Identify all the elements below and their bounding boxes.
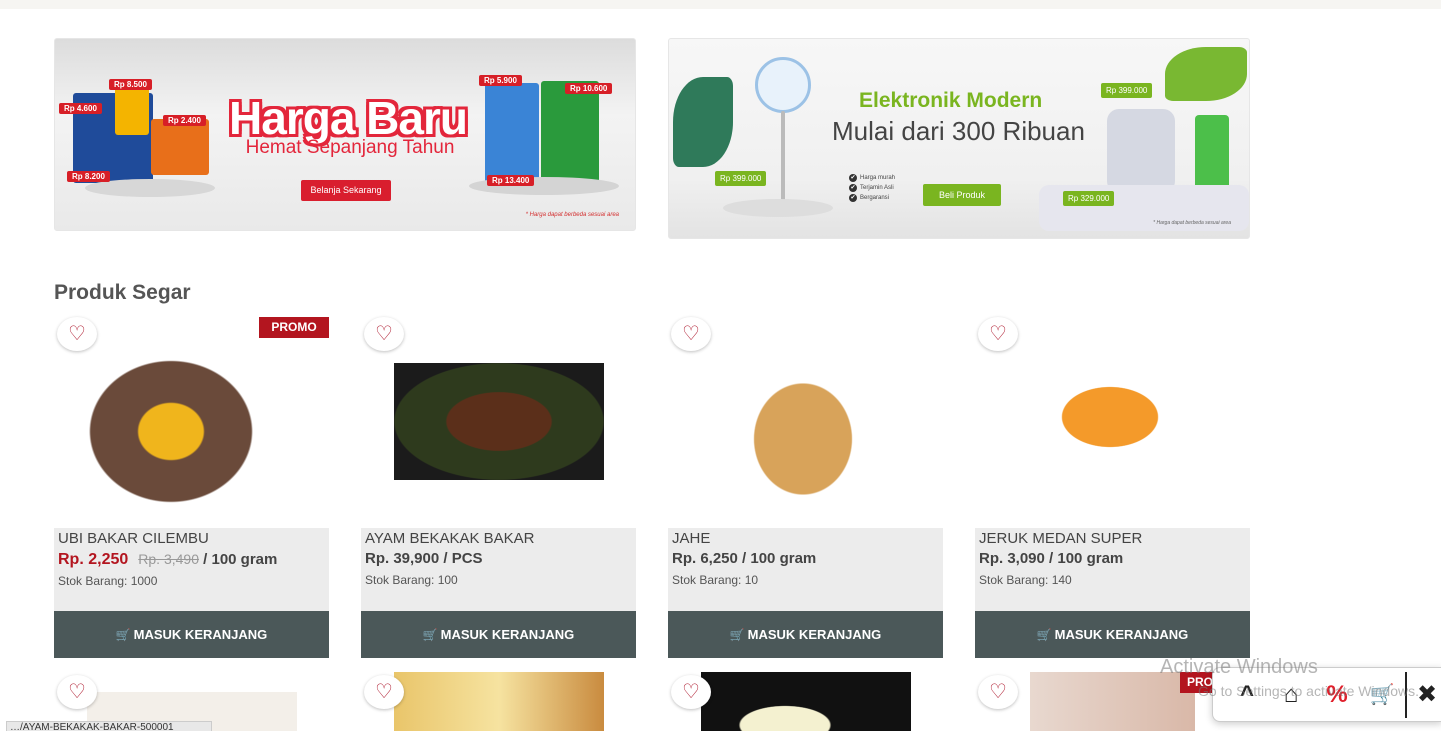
product-info: AYAM BEKAKAK BAKAR Rp. 39,900 / PCS Stok… (361, 528, 636, 611)
product-image[interactable] (668, 317, 943, 523)
banner-subtitle: Mulai dari 300 Ribuan (832, 116, 1085, 146)
product-photo-grilled-chicken (394, 363, 604, 480)
product-card: ♡ (361, 672, 636, 731)
toolbar-divider (1405, 672, 1407, 718)
shop-now-button[interactable]: Belanja Sekarang (301, 180, 391, 201)
product-price: Rp. 3,090 / 100 gram (979, 550, 1124, 567)
wishlist-heart-icon[interactable]: ♡ (364, 675, 404, 709)
product-image[interactable] (1030, 672, 1195, 731)
feature-list: Harga murah Terjamin Asli Bergaransi (849, 173, 895, 203)
add-to-cart-label: MASUK KERANJANG (440, 627, 575, 642)
add-to-cart-label: MASUK KERANJANG (133, 627, 268, 642)
banner-note: * Harga dapat berbeda sesuai area (525, 212, 619, 218)
product-name[interactable]: JAHE (672, 530, 939, 548)
price-tag: Rp 5.900 (479, 75, 522, 86)
banner-products-right (485, 83, 539, 183)
add-to-cart-label: MASUK KERANJANG (747, 627, 882, 642)
promo-banner-harga-baru[interactable]: Rp 8.500 Rp 4.600 Rp 2.400 Rp 8.200 Harg… (54, 38, 636, 231)
price-tag: Rp 8.500 (109, 79, 152, 90)
product-unit: / 100 gram (198, 551, 278, 568)
add-to-cart-button[interactable]: 🛒 MASUK KERANJANG (361, 611, 636, 658)
price-tag: Rp 13.400 (487, 175, 535, 186)
leaf-left (673, 77, 733, 167)
floating-toolbar: ^ ⌂ % 🛒 ✖ (1212, 667, 1441, 722)
shopping-cart-icon[interactable]: 🛒 (1366, 680, 1398, 710)
banner-products-left-2 (115, 85, 149, 135)
price-tag: Rp 4.600 (59, 103, 102, 114)
product-price: Rp. 39,900 / PCS (365, 550, 483, 567)
wishlist-heart-icon[interactable]: ♡ (671, 675, 711, 709)
wishlist-heart-icon[interactable]: ♡ (978, 317, 1018, 351)
product-image[interactable] (54, 317, 329, 523)
leaf-right (1165, 47, 1247, 101)
add-to-cart-button[interactable]: 🛒 MASUK KERANJANG (668, 611, 943, 658)
promo-badge: PROMO (259, 317, 329, 338)
product-photo-ginger (713, 337, 893, 507)
rice-cooker (1107, 109, 1175, 193)
wishlist-heart-icon[interactable]: ♡ (978, 675, 1018, 709)
home-icon[interactable]: ⌂ (1275, 680, 1307, 710)
wishlist-heart-icon[interactable]: ♡ (57, 675, 97, 709)
price-tag: Rp 2.400 (163, 115, 206, 126)
product-stock: Stok Barang: 10 (672, 573, 759, 587)
product-image[interactable] (701, 672, 911, 731)
banner-products-left-3 (151, 119, 209, 175)
fan-pole (781, 111, 785, 205)
product-stock: Stok Barang: 100 (365, 573, 458, 587)
buy-product-button[interactable]: Beli Produk (923, 184, 1001, 206)
wishlist-heart-icon[interactable]: ♡ (364, 317, 404, 351)
product-price-line: Rp. 2,250 Rp. 3,490 / 100 gram (58, 548, 325, 571)
status-bar-url: …/AYAM-BEKAKAK-BAKAR-500001 (6, 721, 212, 731)
add-to-cart-label: MASUK KERANJANG (1054, 627, 1189, 642)
promo-banner-elektronik[interactable]: Rp 399.000 Elektronik Modern Mulai dari … (668, 38, 1250, 239)
product-photo-sweet-potato (87, 322, 297, 521)
feature-item: Bergaransi (849, 193, 895, 203)
product-info: JAHE Rp. 6,250 / 100 gram Stok Barang: 1… (668, 528, 943, 611)
product-stock: Stok Barang: 140 (979, 573, 1072, 587)
shopping-cart-icon: 🛒 (422, 628, 438, 642)
product-card: ♡ PRO (975, 672, 1250, 731)
feature-item: Harga murah (849, 173, 895, 183)
add-to-cart-button[interactable]: 🛒 MASUK KERANJANG (54, 611, 329, 658)
section-title: Produk Segar (54, 281, 191, 304)
product-stock: Stok Barang: 1000 (58, 574, 158, 588)
chevron-up-icon[interactable]: ^ (1231, 680, 1263, 710)
shopping-cart-icon: 🛒 (1036, 628, 1052, 642)
blender (1195, 115, 1229, 191)
product-old-price: Rp. 3,490 (138, 551, 199, 567)
shopping-cart-icon: 🛒 (729, 628, 745, 642)
add-to-cart-button[interactable]: 🛒 MASUK KERANJANG (975, 611, 1250, 658)
price-tag: Rp 8.200 (67, 171, 110, 182)
banner-title: Elektronik Modern (859, 89, 1043, 112)
product-photo-orange (1030, 367, 1190, 467)
wishlist-heart-icon[interactable]: ♡ (671, 317, 711, 351)
product-name[interactable]: JERUK MEDAN SUPER (979, 530, 1246, 548)
product-name[interactable]: AYAM BEKAKAK BAKAR (365, 530, 632, 548)
top-strip (0, 0, 1441, 9)
banner-subtitle: Hemat Sepanjang Tahun (245, 137, 455, 158)
shopping-cart-icon: 🛒 (115, 628, 131, 642)
product-image[interactable] (361, 317, 636, 523)
product-image[interactable] (975, 317, 1250, 523)
price-tag: Rp 399.000 (715, 171, 767, 186)
product-price: Rp. 6,250 / 100 gram (672, 550, 817, 567)
fan-head (755, 57, 811, 113)
product-info: JERUK MEDAN SUPER Rp. 3,090 / 100 gram S… (975, 528, 1250, 611)
banner-products-right-2 (541, 81, 599, 185)
product-info: UBI BAKAR CILEMBU Rp. 2,250 Rp. 3,490 / 1… (54, 528, 329, 611)
close-icon[interactable]: ✖ (1411, 680, 1441, 710)
product-image[interactable] (394, 672, 604, 731)
price-tag: Rp 10.600 (565, 83, 613, 94)
wishlist-heart-icon[interactable]: ♡ (57, 317, 97, 351)
fan-base (723, 199, 833, 217)
feature-item: Terjamin Asli (849, 183, 895, 193)
price-tag: Rp 399.000 (1101, 83, 1153, 98)
banner-note: * Harga dapat berbeda sesuai area (1153, 220, 1231, 226)
product-price: Rp. 2,250 (58, 551, 129, 568)
percent-icon[interactable]: % (1321, 680, 1353, 710)
product-card: ♡ (668, 672, 943, 731)
price-tag: Rp 329.000 (1063, 191, 1115, 206)
product-name[interactable]: UBI BAKAR CILEMBU (58, 530, 325, 548)
